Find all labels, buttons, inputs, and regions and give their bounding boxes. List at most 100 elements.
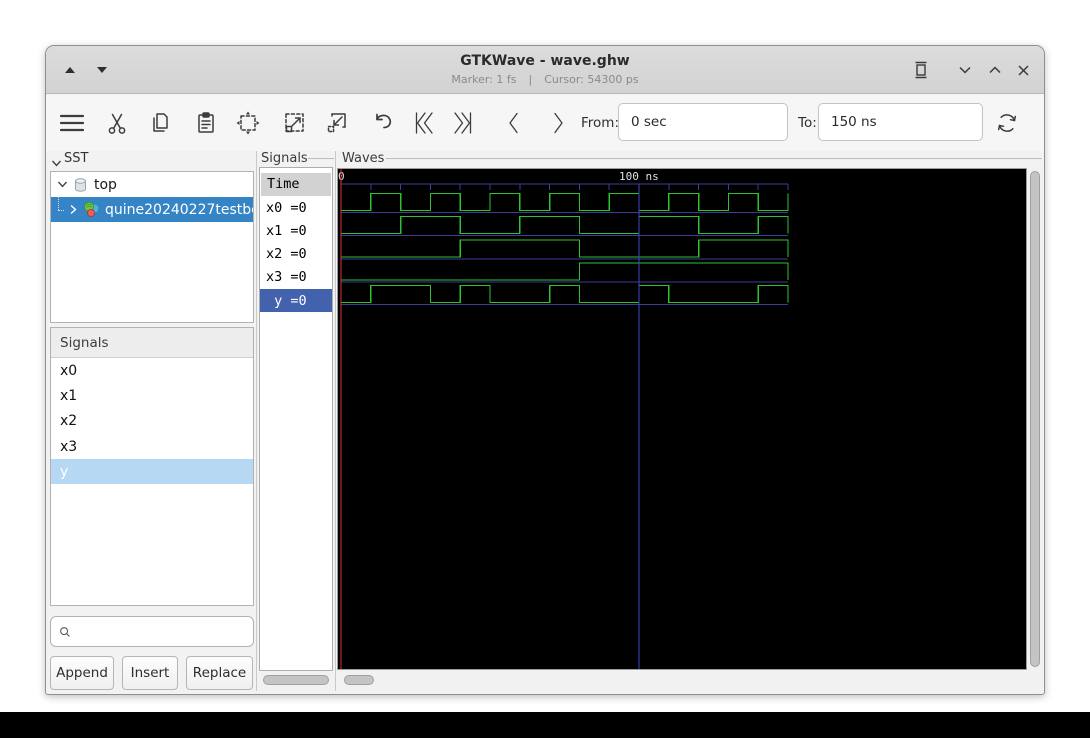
zoom-in-icon bbox=[285, 113, 304, 133]
waves-frame-line bbox=[386, 158, 1042, 159]
paste-icon bbox=[198, 112, 214, 133]
search-icon bbox=[60, 626, 70, 637]
zoom-fit-button[interactable] bbox=[233, 109, 263, 137]
taskbar-band bbox=[0, 712, 1090, 738]
chevron-left-icon bbox=[509, 112, 518, 134]
insert-button[interactable]: Insert bbox=[122, 656, 178, 690]
chevron-right-icon bbox=[554, 112, 563, 134]
wave-name-row-x3[interactable]: x3 =0 bbox=[260, 266, 332, 289]
status-pipe: | bbox=[528, 73, 533, 86]
signal-list-item-x3[interactable]: x3 bbox=[51, 434, 253, 459]
zoom-in-button[interactable] bbox=[280, 109, 310, 137]
wave-name-row-x0[interactable]: x0 =0 bbox=[260, 196, 332, 219]
maximize-button[interactable] bbox=[986, 61, 1004, 79]
signal-list-item-y[interactable]: y bbox=[51, 459, 253, 485]
to-label: To: bbox=[798, 115, 817, 131]
marker-cursor-status: Marker: 1 fs | Cursor: 54300 ps bbox=[46, 73, 1044, 86]
replace-button[interactable]: Replace bbox=[186, 656, 253, 690]
reload-icon bbox=[997, 114, 1017, 132]
reload-button[interactable] bbox=[992, 109, 1022, 137]
undo-button[interactable] bbox=[368, 109, 398, 137]
chevron-up-icon bbox=[989, 66, 1001, 74]
restore-icon bbox=[915, 61, 927, 79]
waves-region: 0100 ns bbox=[337, 168, 1043, 694]
tree-item-label: quine20240227testbench bbox=[105, 201, 253, 218]
wave-trace-x0 bbox=[341, 192, 789, 212]
cut-icon bbox=[108, 113, 126, 134]
module-cylinder-icon bbox=[73, 177, 88, 193]
paste-button[interactable] bbox=[191, 109, 221, 137]
to-input[interactable] bbox=[818, 103, 983, 141]
marker-status: Marker: 1 fs bbox=[451, 73, 517, 86]
undo-icon bbox=[376, 113, 392, 129]
close-button[interactable] bbox=[1014, 61, 1032, 79]
wave-trace-x2 bbox=[341, 239, 789, 258]
names-frame-label: Signals bbox=[261, 151, 308, 166]
names-hscrollbar[interactable] bbox=[259, 672, 333, 690]
cursor-status: Cursor: 54300 ps bbox=[544, 73, 639, 86]
waves-vscrollbar[interactable] bbox=[1027, 168, 1043, 670]
append-button[interactable]: Append bbox=[50, 656, 114, 690]
tree-guide bbox=[51, 197, 65, 222]
wave-canvas[interactable]: 0100 ns bbox=[337, 168, 1027, 670]
waves-frame-label: Waves bbox=[342, 151, 385, 166]
chevron-down-icon bbox=[959, 66, 971, 74]
search-input[interactable] bbox=[77, 617, 253, 646]
skip-to-end-icon bbox=[454, 112, 472, 134]
signal-search[interactable] bbox=[50, 616, 254, 647]
signal-list-header: Signals bbox=[51, 328, 253, 358]
waves-vscrollbar-thumb[interactable] bbox=[1030, 171, 1040, 667]
expander-open-icon[interactable] bbox=[51, 179, 73, 190]
wave-name-row-x2[interactable]: x2 =0 bbox=[260, 243, 332, 266]
restore-button[interactable] bbox=[910, 59, 932, 81]
wave-names-panel: Time x0 =0 x1 =0 x2 =0 x3 =0 y =0 bbox=[259, 167, 333, 671]
wave-trace-x1 bbox=[341, 215, 789, 235]
skip-to-start-icon bbox=[415, 112, 433, 134]
names-hscrollbar-thumb[interactable] bbox=[263, 675, 329, 685]
screenshot-stage: GTKWave - wave.ghw Marker: 1 fs | Cursor: … bbox=[0, 0, 1090, 738]
expander-closed-icon[interactable] bbox=[65, 204, 81, 215]
wave-trace-x3 bbox=[341, 262, 789, 281]
zoom-out-icon bbox=[327, 113, 346, 133]
wave-canvas-svg: 0100 ns bbox=[338, 169, 789, 669]
signal-list-item-x0[interactable]: x0 bbox=[51, 358, 253, 383]
waves-hscrollbar[interactable] bbox=[337, 672, 1043, 690]
names-frame-line bbox=[308, 158, 334, 159]
gtkwave-window: GTKWave - wave.ghw Marker: 1 fs | Cursor: … bbox=[45, 45, 1045, 695]
menu-icon bbox=[59, 114, 85, 132]
zoom-fit-icon bbox=[236, 111, 260, 135]
wave-trace-y bbox=[341, 284, 789, 304]
pane-handle-left[interactable] bbox=[256, 151, 257, 691]
from-input[interactable] bbox=[618, 103, 788, 141]
waves-hscrollbar-thumb[interactable] bbox=[344, 675, 374, 685]
signal-list-panel: Signals x0 x1 x2 x3 y bbox=[50, 327, 254, 606]
sst-tree: top quine20240227testbench bbox=[50, 171, 254, 323]
step-left-button[interactable] bbox=[499, 109, 529, 137]
close-icon bbox=[1017, 64, 1029, 76]
menu-button[interactable] bbox=[57, 109, 87, 137]
tree-item-label: top bbox=[94, 176, 117, 193]
copy-button[interactable] bbox=[145, 109, 175, 137]
signal-list-item-x2[interactable]: x2 bbox=[51, 409, 253, 434]
hierarchy-icon bbox=[83, 201, 100, 218]
wave-name-row-x1[interactable]: x1 =0 bbox=[260, 219, 332, 242]
chevron-down-icon bbox=[51, 160, 62, 167]
tree-item-top[interactable]: top bbox=[51, 172, 253, 197]
skip-to-start-button[interactable] bbox=[410, 109, 440, 137]
pane-handle-right[interactable] bbox=[335, 151, 336, 691]
signal-list-item-x1[interactable]: x1 bbox=[51, 383, 253, 408]
sst-header: SST bbox=[64, 151, 89, 166]
zoom-out-button[interactable] bbox=[322, 109, 352, 137]
wave-name-row-y[interactable]: y =0 bbox=[260, 289, 332, 313]
skip-to-end-button[interactable] bbox=[447, 109, 477, 137]
cut-button[interactable] bbox=[102, 109, 132, 137]
window-title: GTKWave - wave.ghw bbox=[460, 53, 630, 69]
minimize-button[interactable] bbox=[956, 61, 974, 79]
toolbar: From: To: bbox=[46, 95, 1044, 151]
step-right-button[interactable] bbox=[543, 109, 573, 137]
timeline-label: 100 ns bbox=[619, 170, 659, 183]
time-header[interactable]: Time bbox=[261, 173, 331, 196]
titlebar: GTKWave - wave.ghw Marker: 1 fs | Cursor: … bbox=[46, 46, 1044, 94]
from-label: From: bbox=[581, 115, 619, 131]
tree-item-testbench[interactable]: quine20240227testbench bbox=[51, 197, 253, 222]
